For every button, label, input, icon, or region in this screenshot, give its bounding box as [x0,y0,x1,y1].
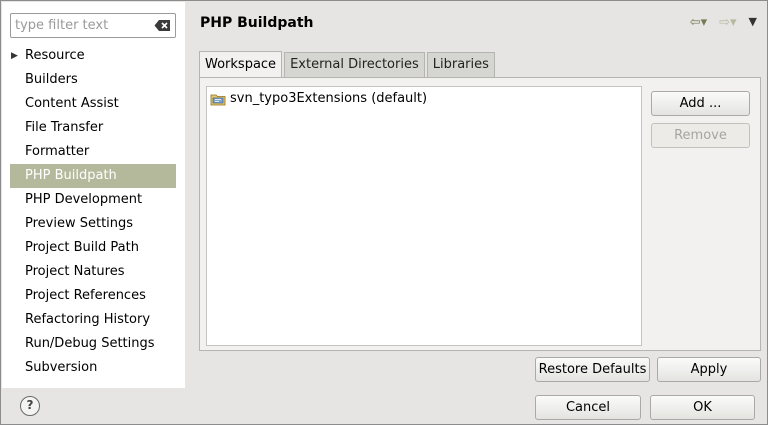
page-title: PHP Buildpath [200,15,314,31]
preferences-tree: ▶ Resource Builders Content Assist File … [2,44,185,380]
apply-button[interactable]: Apply [657,357,761,382]
tab-external-directories[interactable]: External Directories [284,52,425,77]
tree-item-label: File Transfer [25,120,104,135]
ok-button[interactable]: OK [650,395,755,420]
tree-item-project-natures[interactable]: Project Natures [2,260,185,284]
restore-defaults-button[interactable]: Restore Defaults [535,357,650,382]
tree-item-subversion[interactable]: Subversion [2,356,185,380]
filter-field[interactable] [10,13,176,38]
cancel-button[interactable]: Cancel [535,395,641,420]
remove-button[interactable]: Remove [651,123,750,148]
expand-arrow-icon[interactable]: ▶ [11,44,18,68]
tree-item-run-debug-settings[interactable]: Run/Debug Settings [2,332,185,356]
back-arrow-icon[interactable]: ⇦▾ [690,15,707,30]
source-folder-icon [210,94,226,106]
tree-item-label: Resource [25,48,85,63]
tree-item-label: Project References [25,288,146,303]
workspace-panel: svn_typo3Extensions (default) Add ... Re… [199,77,761,351]
tree-item-project-references[interactable]: Project References [2,284,185,308]
tree-item-preview-settings[interactable]: Preview Settings [2,212,185,236]
add-button[interactable]: Add ... [651,91,750,116]
tree-item-label: Refactoring History [25,312,151,327]
filter-input[interactable] [15,16,151,35]
tree-item-label: Run/Debug Settings [25,336,155,351]
tree-item-label: Formatter [25,144,90,159]
buildpath-list[interactable]: svn_typo3Extensions (default) [206,86,642,346]
tab-libraries[interactable]: Libraries [426,52,495,77]
forward-arrow-icon[interactable]: ⇨▾ [719,15,736,30]
tree-item-label: Builders [25,72,78,87]
tree-item-resource[interactable]: ▶ Resource [2,44,185,68]
tree-item-project-build-path[interactable]: Project Build Path [2,236,185,260]
tree-item-label: Subversion [25,360,98,375]
tree-item-label: Content Assist [25,96,119,111]
tree-item-builders[interactable]: Builders [2,68,185,92]
preferences-dialog: ▶ Resource Builders Content Assist File … [0,0,768,425]
tab-workspace[interactable]: Workspace [199,51,283,77]
tree-item-formatter[interactable]: Formatter [2,140,185,164]
tree-item-refactoring-history[interactable]: Refactoring History [2,308,185,332]
list-item-label: svn_typo3Extensions (default) [230,91,428,106]
tree-item-label: Project Natures [25,264,125,279]
clear-filter-icon[interactable] [154,19,171,32]
help-icon[interactable]: ? [20,396,40,416]
tree-item-label: PHP Buildpath [25,168,117,183]
tree-item-php-buildpath[interactable]: PHP Buildpath [10,164,176,188]
tree-item-label: PHP Development [25,192,143,207]
list-item[interactable]: svn_typo3Extensions (default) [210,90,427,108]
preferences-sidebar: ▶ Resource Builders Content Assist File … [2,2,185,388]
tree-item-php-development[interactable]: PHP Development [2,188,185,212]
tree-item-label: Project Build Path [25,240,139,255]
tree-item-content-assist[interactable]: Content Assist [2,92,185,116]
tree-item-label: Preview Settings [25,216,134,231]
tree-item-file-transfer[interactable]: File Transfer [2,116,185,140]
page-navigation: ⇦▾ ⇨▾ ▼ [690,15,757,30]
view-menu-icon[interactable]: ▼ [749,15,757,30]
buildpath-tabs: Workspace External Directories Libraries [199,51,497,77]
